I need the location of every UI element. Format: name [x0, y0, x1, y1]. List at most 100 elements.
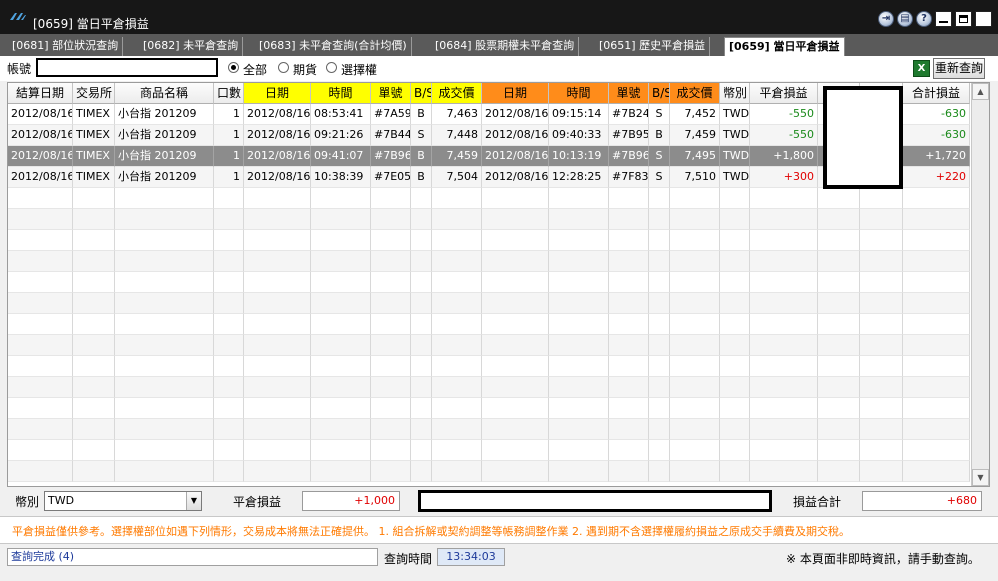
realtime-note: ※ 本頁面非即時資訊，請手動查詢。: [786, 552, 980, 566]
empty-row: [8, 356, 970, 377]
header-close-pl[interactable]: 平倉損益: [750, 83, 818, 104]
exit-icon[interactable]: ⇥: [878, 11, 894, 27]
help-icon[interactable]: ?: [916, 11, 932, 27]
cell-close-date: [482, 272, 549, 293]
cell-settle-date: [8, 314, 73, 335]
tab-0651[interactable]: [0651] 歷史平倉損益: [595, 37, 711, 56]
header-close-price[interactable]: 成交價: [670, 83, 720, 104]
cell-exchange: TIMEX: [73, 167, 115, 188]
radio-futures[interactable]: [278, 62, 289, 73]
cell-open-price: [432, 440, 482, 461]
cell-lots: [214, 335, 244, 356]
radio-options[interactable]: [326, 62, 337, 73]
cell-open-time: [311, 188, 371, 209]
cell-close-time: [549, 314, 609, 335]
cell-close-time: [549, 272, 609, 293]
cell-open-time: [311, 335, 371, 356]
header-open-bs[interactable]: B/S: [411, 83, 432, 104]
excel-icon[interactable]: X: [913, 60, 930, 77]
cell-total-pl: -630: [903, 104, 970, 125]
account-input[interactable]: [36, 58, 218, 77]
header-close-time[interactable]: 時間: [549, 83, 609, 104]
cell-close-pl: [750, 251, 818, 272]
cell-open-order-no: [371, 377, 411, 398]
header-open-price[interactable]: 成交價: [432, 83, 482, 104]
header-close-date[interactable]: 日期: [482, 83, 549, 104]
cell-open-order-no: [371, 461, 411, 482]
tab-0659[interactable]: [0659] 當日平倉損益: [724, 37, 845, 56]
header-currency[interactable]: 幣別: [720, 83, 750, 104]
cell-open-bs: B: [411, 104, 432, 125]
cell-open-date: 2012/08/16: [244, 104, 311, 125]
radio-futures-label: 期貨: [293, 63, 318, 77]
cell-lots: [214, 419, 244, 440]
cell-product-name: [115, 209, 214, 230]
vertical-scrollbar[interactable]: ▲ ▼: [971, 83, 989, 486]
cell-close-bs: [649, 251, 670, 272]
cell-settle-date: 2012/08/16: [8, 104, 73, 125]
cell-exchange: [73, 440, 115, 461]
close-pl-label: 平倉損益: [233, 495, 282, 509]
empty-row: [8, 461, 970, 482]
cell-close-price: 7,510: [670, 167, 720, 188]
header-settle-date[interactable]: 結算日期: [8, 83, 73, 104]
empty-row: [8, 209, 970, 230]
cell-close-date: 2012/08/16: [482, 167, 549, 188]
cell-close-order-no: #7B241: [609, 104, 649, 125]
header-exchange[interactable]: 交易所: [73, 83, 115, 104]
cell-close-bs: S: [649, 104, 670, 125]
cell-close-time: 12:28:25: [549, 167, 609, 188]
cell-close-pl: -550: [750, 104, 818, 125]
cell-total-pl: [903, 356, 970, 377]
header-close-bs[interactable]: B/S: [649, 83, 670, 104]
cell-open-price: [432, 209, 482, 230]
cell-open-bs: [411, 377, 432, 398]
cell-open-bs: [411, 461, 432, 482]
cell-open-time: [311, 398, 371, 419]
header-open-order-no[interactable]: 單號: [371, 83, 411, 104]
minimize-button[interactable]: [935, 11, 952, 27]
query-time-label: 查詢時間: [384, 552, 433, 566]
cell-blank-2: [860, 251, 903, 272]
header-open-date[interactable]: 日期: [244, 83, 311, 104]
maximize-button[interactable]: [955, 11, 972, 27]
cell-currency: TWD: [720, 146, 750, 167]
cell-total-pl: [903, 293, 970, 314]
cell-open-order-no: [371, 398, 411, 419]
cell-open-price: [432, 230, 482, 251]
header-total-pl[interactable]: 合計損益: [903, 83, 970, 104]
chevron-down-icon[interactable]: ▼: [186, 492, 201, 510]
cell-close-price: [670, 398, 720, 419]
print-icon[interactable]: ▤: [897, 11, 913, 27]
cell-close-bs: [649, 188, 670, 209]
header-open-time[interactable]: 時間: [311, 83, 371, 104]
cell-lots: [214, 461, 244, 482]
requery-button[interactable]: 重新查詢: [933, 58, 985, 79]
tab-0682[interactable]: [0682] 未平倉查詢: [139, 37, 244, 56]
cell-blank-1: [818, 419, 860, 440]
header-close-order-no[interactable]: 單號: [609, 83, 649, 104]
header-product-name[interactable]: 商品名稱: [115, 83, 214, 104]
scroll-down-icon[interactable]: ▼: [972, 469, 989, 486]
cell-blank-1: [818, 230, 860, 251]
header-lots[interactable]: 口數: [214, 83, 244, 104]
cell-open-bs: [411, 230, 432, 251]
tab-0681[interactable]: [0681] 部位狀況查詢: [8, 37, 124, 56]
cell-total-pl: [903, 188, 970, 209]
currency-select[interactable]: TWD ▼: [44, 491, 202, 511]
currency-value: TWD: [48, 494, 75, 507]
title-bar: [0659] 當日平倉損益 ⇥ ▤ ? ✕: [0, 0, 998, 34]
close-button[interactable]: ✕: [975, 11, 992, 27]
scroll-up-icon[interactable]: ▲: [972, 83, 989, 100]
radio-options-label: 選擇權: [341, 63, 378, 77]
cell-close-price: [670, 440, 720, 461]
cell-close-time: [549, 461, 609, 482]
cell-open-bs: [411, 293, 432, 314]
cell-blank-2: [860, 398, 903, 419]
cell-close-time: [549, 230, 609, 251]
radio-all[interactable]: [228, 62, 239, 73]
tab-0683[interactable]: [0683] 未平倉查詢(合計均價): [255, 37, 412, 56]
cell-open-order-no: [371, 272, 411, 293]
tab-0684[interactable]: [0684] 股票期權未平倉查詢: [431, 37, 580, 56]
cell-close-pl: [750, 314, 818, 335]
